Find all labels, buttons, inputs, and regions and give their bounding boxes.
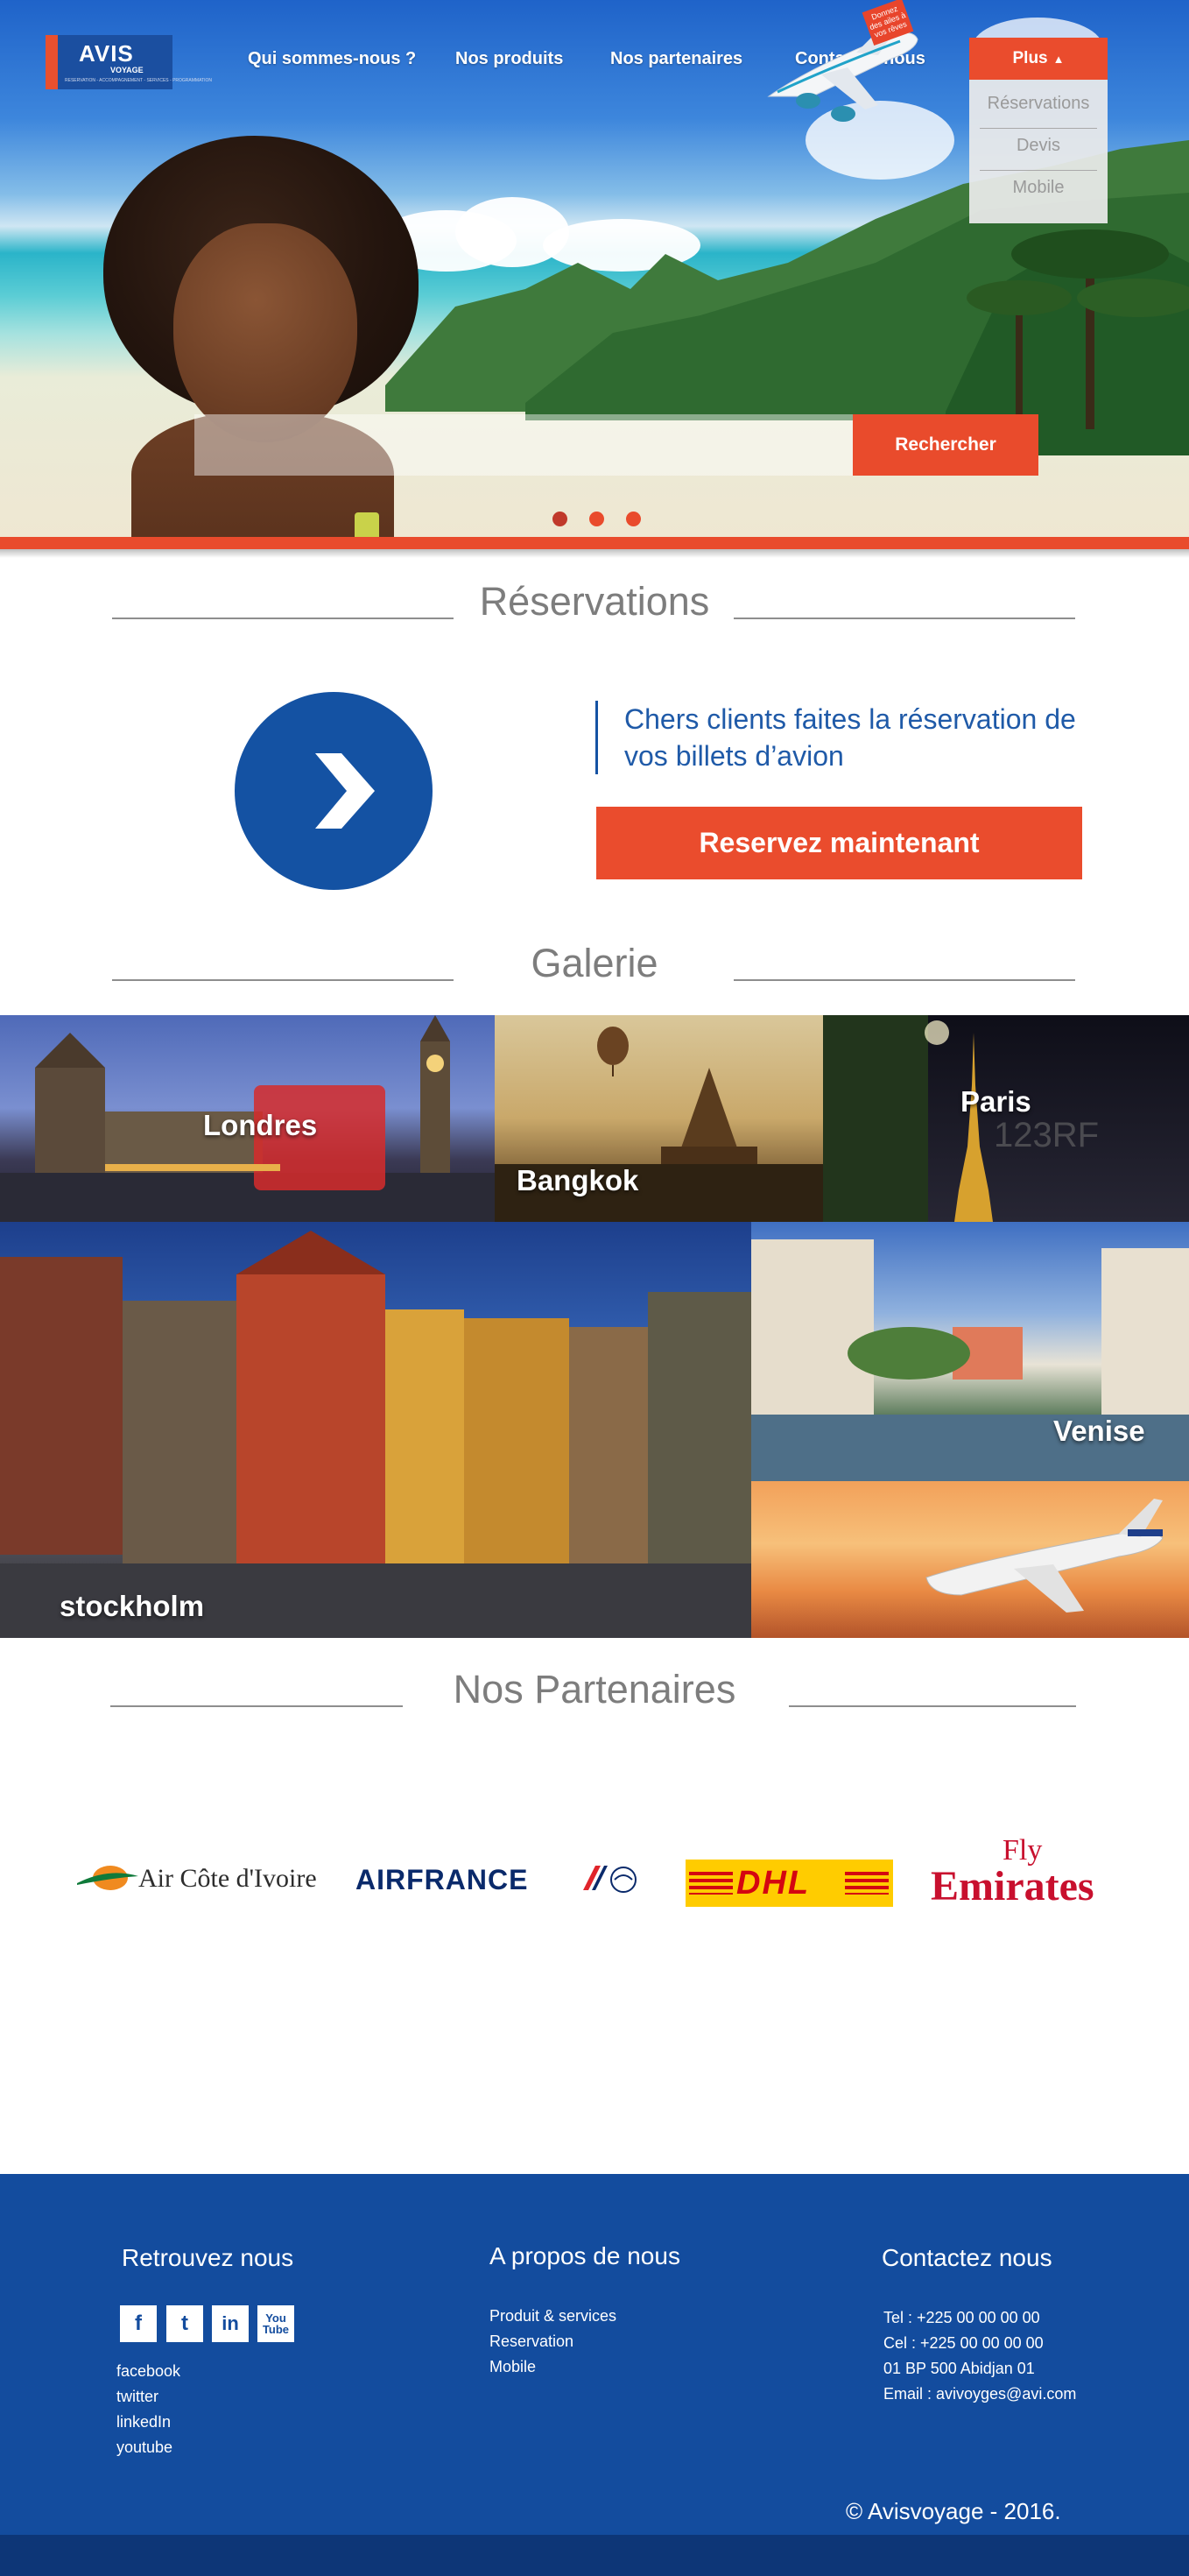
nav-nos-partenaires[interactable]: Nos partenaires [610, 49, 742, 69]
menu-item-mobile[interactable]: Mobile [980, 171, 1097, 213]
palm-trees [967, 229, 1189, 429]
gallery-label-bangkok: Bangkok [517, 1164, 639, 1196]
footer-contact-cel: Cel : +225 00 00 00 00 [883, 2334, 1044, 2352]
footer-link-youtube[interactable]: youtube [116, 2438, 172, 2457]
partner-air-cote-divoire[interactable]: Air Côte d'Ivoire [77, 1859, 331, 1897]
gallery-tile-bangkok[interactable]: Bangkok [495, 1015, 823, 1222]
gallery-tile-stockholm[interactable]: stockholm [0, 1222, 751, 1638]
menu-item-devis[interactable]: Devis [980, 129, 1097, 171]
page: AVIS VOYAGE RESERVATION - ACCOMPAGNEMENT… [0, 0, 1189, 2576]
twitter-icon[interactable]: t [166, 2305, 203, 2342]
footer-contact-email[interactable]: Email : avivoyges@avi.com [883, 2385, 1076, 2403]
nav-qui-sommes-nous[interactable]: Qui sommes-nous ? [248, 49, 416, 69]
copyright: © Avisvoyage - 2016. [846, 2498, 1061, 2524]
menu-item-reservations[interactable]: Réservations [980, 87, 1097, 129]
slider-dot-3[interactable] [626, 512, 641, 526]
caret-up-icon: ▲ [1052, 52, 1065, 66]
gallery-label-stockholm: stockholm [60, 1590, 205, 1622]
slider-dot-2[interactable] [589, 512, 604, 526]
search-button[interactable]: Rechercher [853, 414, 1038, 476]
gallery-tile-londres[interactable]: Londres [0, 1015, 495, 1222]
plus-menu-button[interactable]: Plus ▲ [969, 38, 1108, 80]
partner-name-line2: Emirates [931, 1863, 1094, 1909]
hero-accent-bar [0, 537, 1189, 549]
logo-tagline: RESERVATION - ACCOMPAGNEMENT - SERVICES … [65, 78, 212, 83]
woman-face [173, 223, 357, 442]
gallery-label-venise: Venise [1053, 1415, 1145, 1447]
partner-name: Air Côte d'Ivoire [138, 1864, 317, 1893]
chevron-right-icon [315, 753, 375, 829]
footer-bottom-bar [0, 2535, 1189, 2576]
logo-name: AVIS [79, 40, 134, 67]
partner-air-france[interactable]: AIRFRANCE [355, 1860, 649, 1895]
watermark: 123RF [994, 1116, 1099, 1154]
facebook-icon[interactable]: f [120, 2305, 157, 2342]
stockholm-buildings [0, 1231, 751, 1638]
partner-emirates[interactable]: Fly Emirates [931, 1834, 1123, 1911]
reservation-arrow-button[interactable] [235, 692, 433, 890]
nav-nos-produits[interactable]: Nos produits [455, 49, 563, 69]
air-france-stripe-icon [583, 1866, 637, 1893]
reservation-message: Chers clients faites la réservation de v… [595, 701, 1086, 774]
plus-menu-label: Plus [1012, 49, 1048, 67]
section-rule [789, 1705, 1076, 1707]
hero-banner: AVIS VOYAGE RESERVATION - ACCOMPAGNEMENT… [0, 0, 1189, 539]
youtube-icon[interactable]: You Tube [257, 2305, 294, 2342]
gallery-tile-jet[interactable] [751, 1481, 1189, 1638]
gallery-label-paris: Paris [960, 1085, 1031, 1118]
footer-title-apropos: A propos de nous [489, 2242, 680, 2269]
reserve-now-button[interactable]: Reservez maintenant [596, 807, 1082, 879]
logo-sub: VOYAGE [110, 66, 144, 74]
private-jet [925, 1499, 1164, 1613]
linkedin-icon[interactable]: in [212, 2305, 249, 2342]
gallery-tile-paris[interactable]: 123RF Paris [823, 1015, 1189, 1222]
footer-link-linkedin[interactable]: linkedIn [116, 2413, 171, 2431]
logo[interactable]: AVIS VOYAGE RESERVATION - ACCOMPAGNEMENT… [46, 35, 212, 89]
gallery-label-londres: Londres [203, 1109, 318, 1141]
footer-link-facebook[interactable]: facebook [116, 2362, 180, 2381]
footer-contact-address: 01 BP 500 Abidjan 01 [883, 2360, 1035, 2377]
dhl-stripes [845, 1872, 889, 1895]
section-rule [734, 979, 1075, 981]
footer-link-reservation[interactable]: Reservation [489, 2333, 573, 2351]
footer-link-twitter[interactable]: twitter [116, 2388, 158, 2406]
eiffel-tower: 123RF [823, 1015, 1099, 1222]
plus-dropdown-menu: Réservations Devis Mobile [969, 80, 1108, 223]
footer-title-contact: Contactez nous [882, 2244, 1052, 2271]
partner-name: DHL [736, 1865, 811, 1902]
footer-link-mobile[interactable]: Mobile [489, 2358, 536, 2376]
dhl-stripes [689, 1872, 733, 1895]
footer-contact-tel: Tel : +225 00 00 00 00 [883, 2309, 1040, 2326]
section-rule [734, 618, 1075, 619]
air-cote-divoire-logo-icon [77, 1866, 138, 1890]
partner-name: AIRFRANCE [355, 1864, 529, 1895]
top-strap [355, 512, 379, 539]
hero-shadow [0, 549, 1189, 558]
search-input[interactable] [194, 414, 853, 476]
footer-title-retrouvez: Retrouvez nous [122, 2244, 294, 2271]
gallery-tile-venise[interactable]: Venise [751, 1222, 1189, 1481]
footer-link-produits[interactable]: Produit & services [489, 2307, 616, 2325]
partner-dhl[interactable]: DHL [686, 1860, 893, 1907]
slider-dot-1[interactable] [552, 512, 567, 526]
